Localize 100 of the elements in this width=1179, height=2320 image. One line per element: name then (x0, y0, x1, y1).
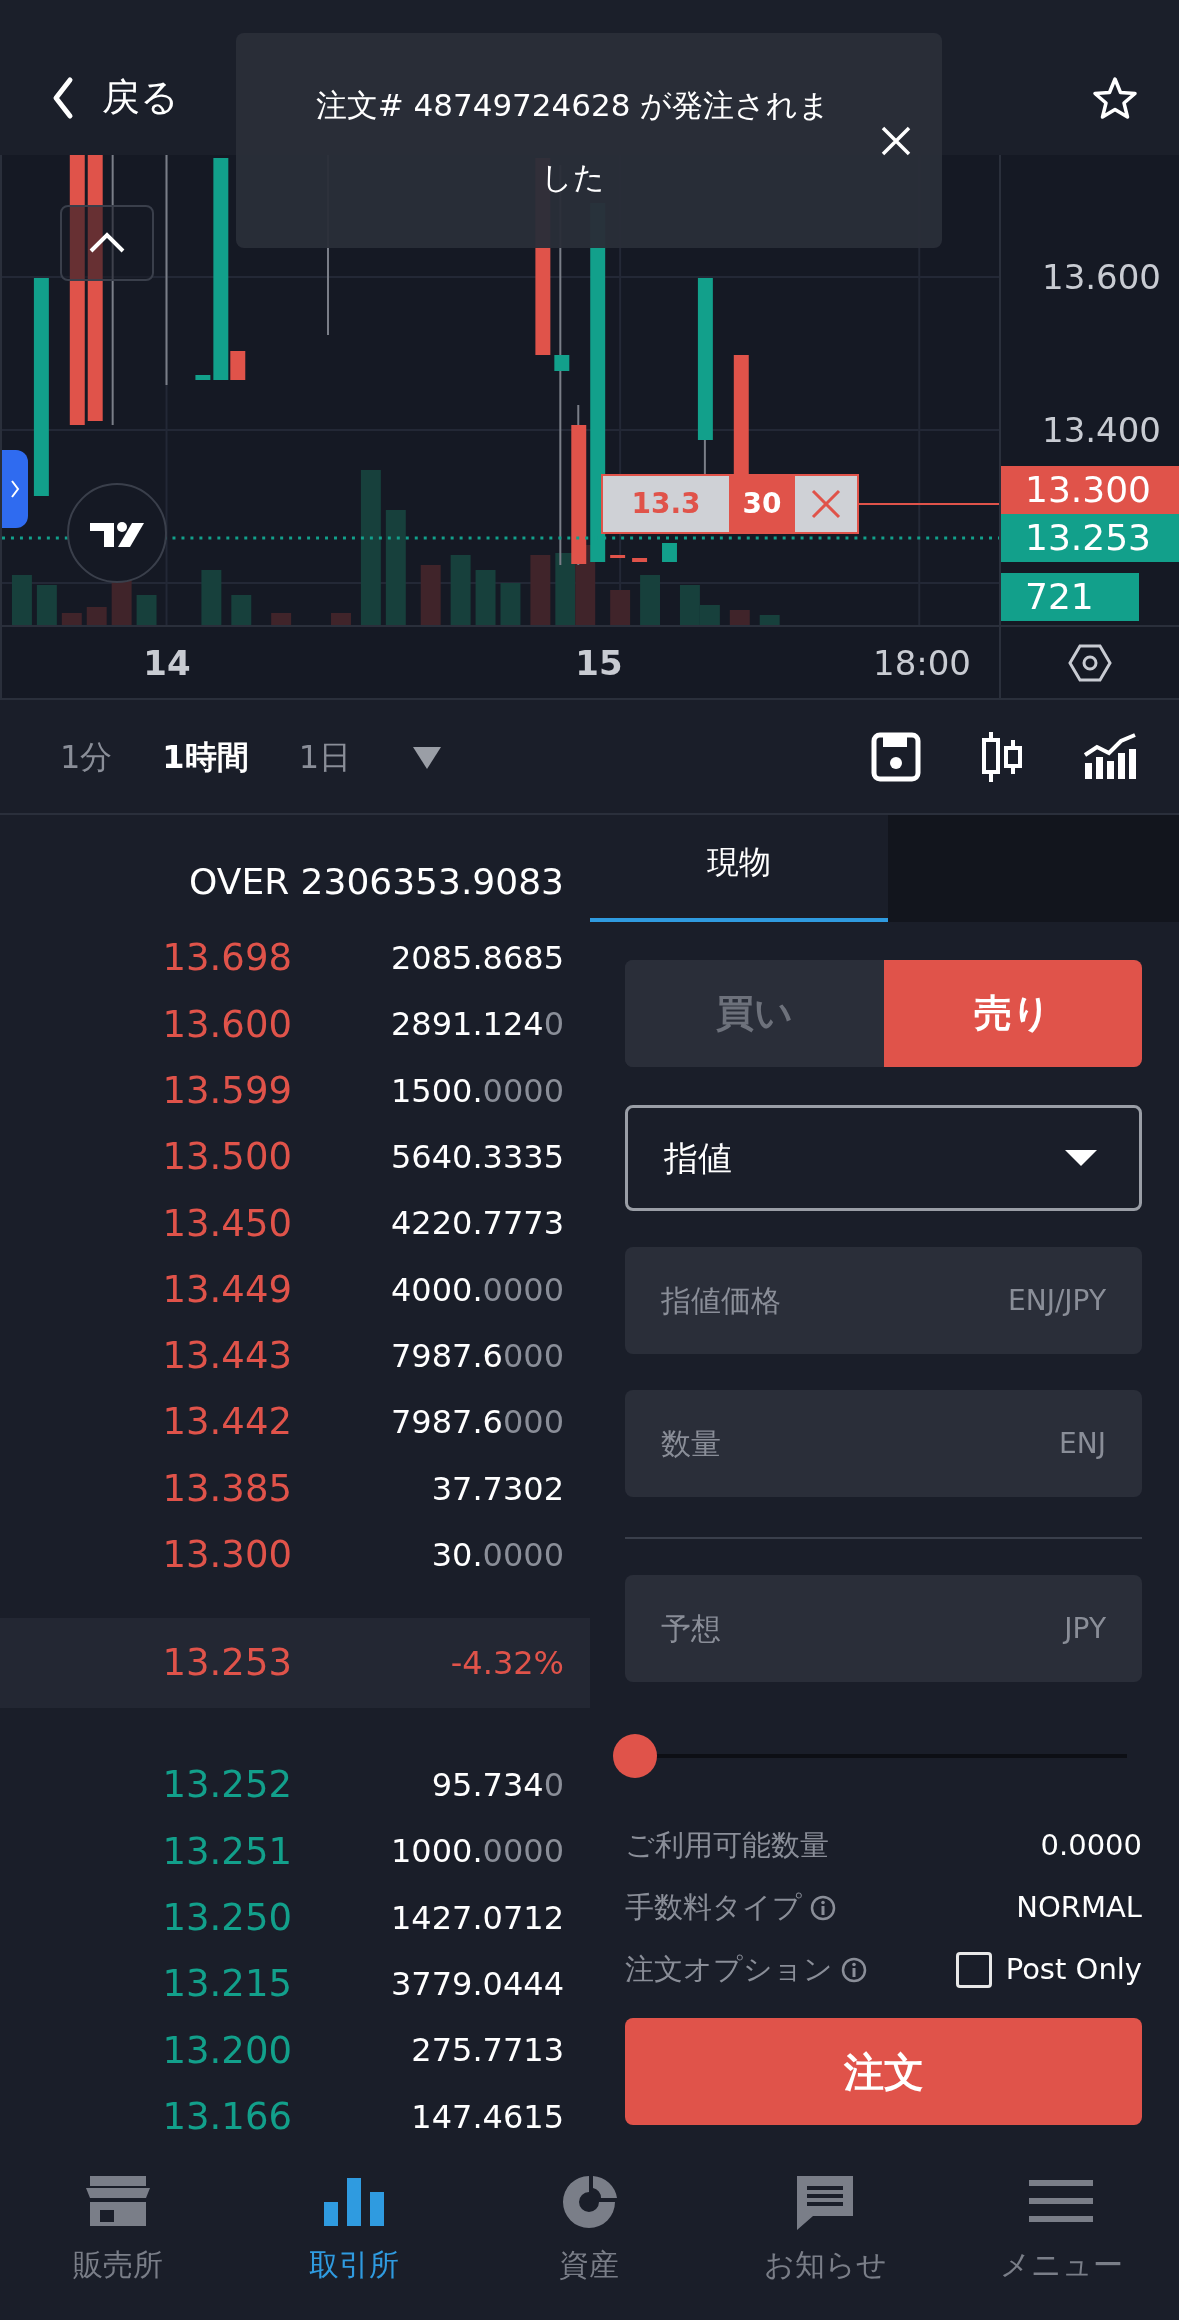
nav-tab[interactable]: お知らせ (707, 2150, 944, 2320)
interval-tab[interactable]: 1日 (298, 732, 351, 781)
amount-cell-text: 147.4615 (410, 2096, 564, 2138)
info-icon[interactable] (810, 1895, 836, 1921)
price-tick: 13.600 (1042, 255, 1161, 299)
interval-tab[interactable]: 1分 (60, 732, 113, 781)
volume-bar (475, 570, 496, 625)
price-cell-text: 13.200 (161, 2027, 292, 2074)
info-value: 0.0000 (1040, 1827, 1142, 1865)
volume-bar (136, 595, 157, 625)
nav-tab[interactable]: 取引所 (235, 2150, 472, 2320)
volume-bar (729, 610, 750, 625)
volume-bar (36, 585, 57, 625)
nav-tab[interactable]: メニュー (943, 2150, 1179, 2320)
volume-bar (61, 613, 82, 625)
info-label: 手数料タイプ (625, 1889, 802, 1927)
price-tick: 13.400 (1042, 408, 1161, 452)
amount-cell-text: 5640.3335 (389, 1137, 564, 1179)
back-button[interactable]: 戻る (50, 69, 179, 126)
volume-bar (201, 570, 222, 625)
time-label: 18:00 (873, 641, 971, 684)
volume-bar (450, 555, 471, 625)
amount-cell-text: 37.7302 (430, 1468, 564, 1510)
order-quantity-label: 30 (729, 476, 795, 532)
volume-bar (555, 553, 576, 625)
volume-bar (86, 607, 107, 625)
caret-icon (1063, 1148, 1099, 1168)
amount-cell-text: 30.0000 (430, 1534, 564, 1576)
last-price: 13.253 (161, 1640, 292, 1687)
price-cell-text: 13.443 (161, 1333, 292, 1380)
unit-label: JPY (1064, 1610, 1106, 1647)
amount-cell-text: 1000.0000 (389, 1831, 564, 1873)
amount-cell-text: 1500.0000 (389, 1070, 564, 1112)
close-icon (809, 487, 843, 521)
volume-bar (610, 590, 631, 625)
post-only-checkbox[interactable]: Post Only (955, 1948, 1142, 1992)
volume-bar (271, 613, 292, 625)
info-label: ご利用可能数量 (625, 1827, 829, 1865)
order-button[interactable]: 注文 (625, 2018, 1142, 2125)
amount-cell-text: 1427.0712 (389, 1897, 564, 1939)
amount-cell-text: 2891.1240 (389, 1004, 564, 1046)
unit-label: ENJ (1059, 1425, 1106, 1462)
price-cell-text: 13.251 (161, 1828, 292, 1875)
amount-cell-text: 4000.0000 (389, 1269, 564, 1311)
volume-bar (420, 565, 441, 625)
nav-tab[interactable]: 販売所 (0, 2150, 236, 2320)
info-icon[interactable] (841, 1957, 867, 1983)
order-price-label: 13.3 (603, 476, 729, 532)
unit-label: ENJ/JPY (1008, 1282, 1106, 1319)
side-toggle[interactable]: 売り (883, 960, 1142, 1067)
amount-cell-text: 4220.7773 (389, 1203, 564, 1245)
price-cell-text: 13.698 (161, 935, 292, 982)
price-cell-text: 13.450 (161, 1200, 292, 1247)
candle (195, 375, 211, 380)
chevron-right-icon (9, 478, 21, 500)
amount-cell-text: 275.7713 (410, 2030, 564, 2072)
price-tag: 13.253 (1001, 514, 1179, 562)
price-cell-text: 13.600 (161, 1001, 292, 1048)
price-cell-text: 13.385 (161, 1465, 292, 1512)
nav-tab[interactable]: 資産 (471, 2150, 708, 2320)
save-icon[interactable] (871, 731, 921, 782)
price-cell-text: 13.250 (161, 1894, 292, 1941)
info-value: NORMAL (1016, 1889, 1142, 1927)
price-cell-text: 13.500 (161, 1134, 292, 1181)
volume-bar (530, 555, 551, 625)
price-cell-text: 13.300 (161, 1532, 292, 1579)
candle (610, 555, 626, 558)
order-type-select[interactable]: 指値 (625, 1105, 1142, 1211)
volume-bar (640, 575, 660, 625)
cancel-order-button[interactable] (795, 476, 857, 532)
star-icon[interactable] (1091, 74, 1139, 121)
amount-cell-text: 7987.6000 (389, 1402, 564, 1444)
amount-cell-text: 95.7340 (430, 1765, 564, 1807)
price-change: -4.32% (449, 1642, 564, 1684)
price-tag: 721 (1001, 573, 1139, 621)
side-panel-tab[interactable] (2, 450, 28, 528)
time-label: 15 (575, 641, 623, 684)
price-cell-text: 13.442 (161, 1399, 292, 1446)
time-label: 14 (143, 641, 191, 684)
collapse-button[interactable] (60, 205, 154, 281)
volume-bar (231, 595, 252, 625)
price-cell-text: 13.449 (161, 1266, 292, 1313)
volume-bar (11, 575, 32, 625)
interval-tab[interactable]: 1時間 (162, 732, 249, 781)
indicators-icon[interactable] (1083, 732, 1139, 781)
close-icon[interactable] (880, 124, 912, 157)
slider-thumb[interactable] (613, 1734, 657, 1778)
amount-cell-text: 7987.6000 (389, 1335, 564, 1377)
price-cell-text: 13.599 (161, 1068, 292, 1114)
notification-message: 注文# 48749724628 が発注されました (314, 85, 832, 197)
order-book-header: OVER 2306353.9083 (188, 860, 565, 904)
volume-bar (500, 583, 521, 625)
candlestick-icon[interactable] (981, 729, 1023, 784)
price-cell-text: 13.166 (161, 2093, 292, 2140)
candle (554, 355, 570, 371)
info-label: 注文オプション (625, 1951, 833, 1989)
price-cell-text: 13.215 (161, 1961, 292, 2008)
volume-bar (759, 615, 780, 625)
price-tag: 13.300 (1001, 466, 1179, 514)
amount-cell-text: 2085.8685 (389, 938, 564, 980)
